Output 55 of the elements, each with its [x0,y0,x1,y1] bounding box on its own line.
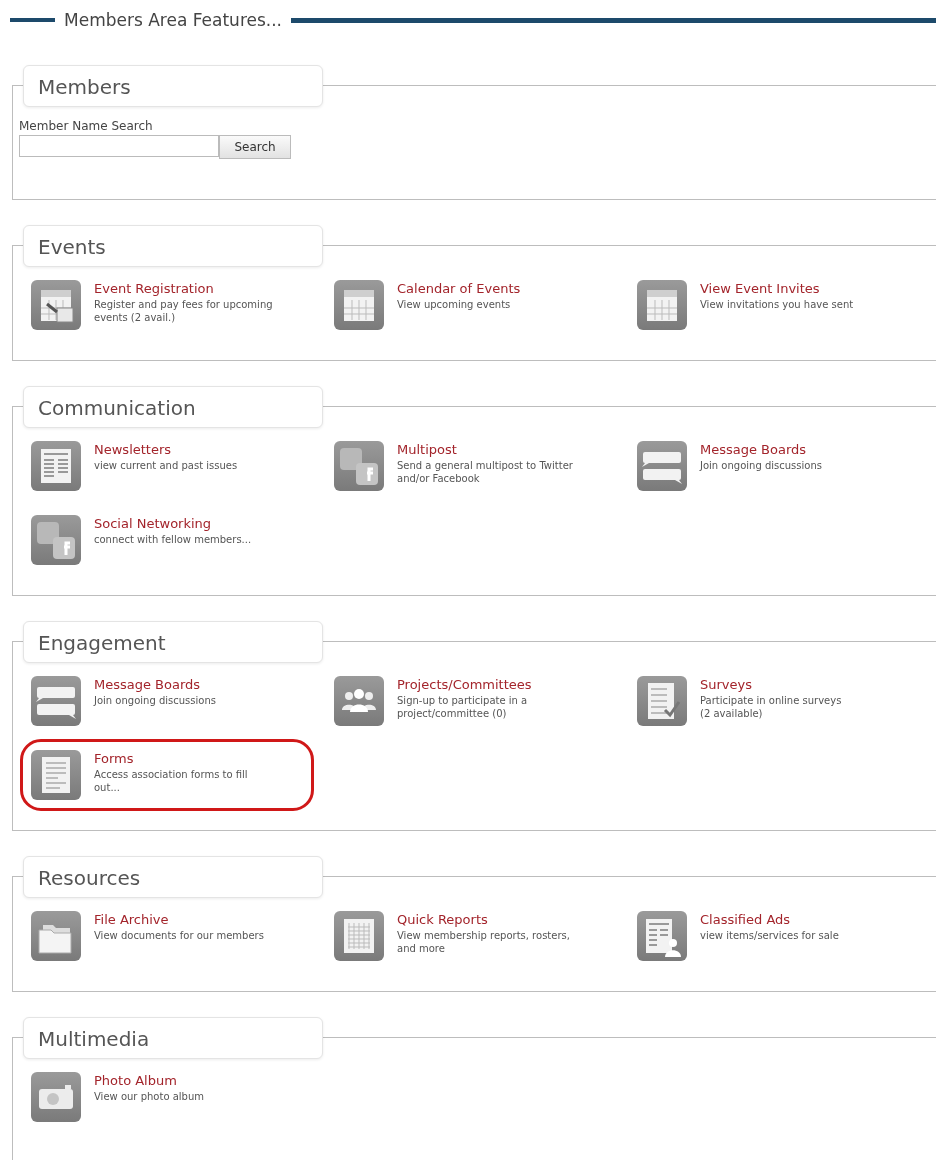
page-heading: Members Area Features... [63,10,284,30]
grid-icon[interactable] [334,911,384,961]
section-title: Engagement [23,621,323,663]
feature-link[interactable]: Message Boards [94,677,201,693]
feature-link[interactable]: Classified Ads [700,912,791,928]
feature-link[interactable]: Photo Album [94,1073,177,1089]
speech-bubbles-icon[interactable] [31,676,81,726]
speech-bubbles-icon[interactable] [637,441,687,491]
feature-description: Join ongoing discussions [700,459,822,472]
feature-link[interactable]: Message Boards [700,442,807,458]
feature-description: view items/services for sale [700,929,839,942]
folder-icon[interactable] [31,911,81,961]
feature-link[interactable]: Calendar of Events [397,281,521,297]
feature-description: View upcoming events [397,298,511,311]
feature-description: Sign-up to participate in a project/committee (0) [397,694,528,720]
search-label: Member Name Search [19,119,153,133]
feature-description: view current and past issues [94,459,238,472]
calendar-icon[interactable] [334,280,384,330]
feature-link[interactable]: Newsletters [94,442,172,458]
section-title: Members [23,65,323,107]
feature-description: Participate in online surveys (2 available) [700,694,842,720]
feature-description: View our photo album [94,1090,204,1103]
camera-icon[interactable] [31,1072,81,1122]
section-title: Resources [23,856,323,898]
calendar-icon[interactable] [637,280,687,330]
document-person-icon[interactable] [637,911,687,961]
feature-description: Send a general multipost to Twitter and/or Facebook [397,459,573,485]
social-media-icon[interactable] [31,515,81,565]
feature-link[interactable]: View Event Invites [700,281,820,297]
feature-link[interactable]: Surveys [700,677,752,693]
feature-link[interactable]: Quick Reports [397,912,488,928]
feature-link[interactable]: Event Registration [94,281,214,297]
search-button[interactable]: Search [219,135,291,159]
feature-description: View invitations you have sent [700,298,854,311]
feature-link[interactable]: File Archive [94,912,169,928]
checklist-icon[interactable] [637,676,687,726]
social-media-icon[interactable] [334,441,384,491]
feature-link[interactable]: Multipost [397,442,457,458]
newsletter-icon[interactable] [31,441,81,491]
feature-link[interactable]: Social Networking [94,516,212,532]
feature-description: Register and pay fees for upcoming events (2 avail.) [94,298,273,324]
feature-link[interactable]: Projects/Committees [397,677,532,693]
calendar-icon[interactable] [31,280,81,330]
feature-description: View membership reports, rosters, and more [397,929,570,955]
section-title: Communication [23,386,323,428]
search-field[interactable] [19,135,219,157]
people-icon[interactable] [334,676,384,726]
feature-description: Access association forms to fill out... [94,768,248,794]
feature-description: connect with fellow members... [94,533,252,546]
feature-link[interactable]: Forms [94,751,134,767]
feature-description: View documents for our members [94,929,264,942]
section-title: Events [23,225,323,267]
document-icon[interactable] [31,750,81,800]
section-title: Multimedia [23,1017,323,1059]
feature-description: Join ongoing discussions [94,694,216,707]
